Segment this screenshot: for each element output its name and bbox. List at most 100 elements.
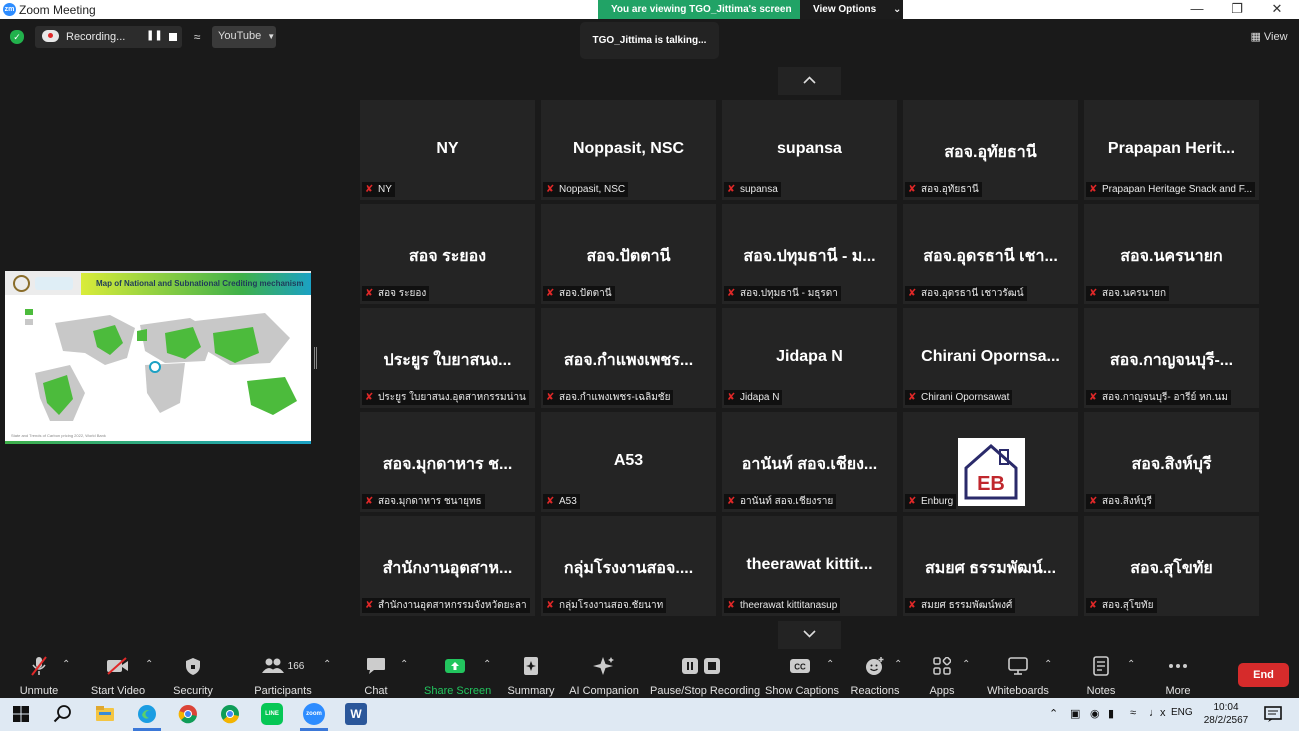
participant-tile[interactable]: อานันท์ สอจ.เชียง... ✘ อานันท์ สอจ.เชียงรา…: [722, 412, 897, 512]
chrome-browser-icon[interactable]: [177, 703, 199, 725]
participant-tile[interactable]: ประยูร ใบยาสนง... ✘ ประยูร ใบยาสนง.อุตสาหก…: [360, 308, 535, 408]
search-icon[interactable]: [52, 703, 74, 725]
participant-tile[interactable]: สอจ.กาญจนบุรี-... ✘ สอจ.กาญจนบุรี- อารีย์ …: [1084, 308, 1259, 408]
windows-start-icon[interactable]: [10, 703, 32, 725]
whiteboards-caret-icon[interactable]: ⌃: [1044, 659, 1052, 670]
live-stream-icon[interactable]: ≈: [186, 26, 208, 48]
share-caret-icon[interactable]: ⌃: [483, 659, 491, 670]
muted-mic-icon: ✘: [1089, 288, 1098, 299]
edge-browser-icon[interactable]: [136, 703, 158, 725]
participant-tile[interactable]: สอจ.สุโขทัย ✘ สอจ.สุโขทัย: [1084, 516, 1259, 616]
input-language[interactable]: ENG: [1171, 707, 1193, 718]
apps-button[interactable]: Apps: [922, 654, 962, 697]
tray-app-icon[interactable]: ▣: [1070, 707, 1080, 720]
speaker-muted-icon[interactable]: ♩x: [1149, 707, 1166, 719]
whiteboards-button[interactable]: Whiteboards: [986, 654, 1050, 697]
end-meeting-button[interactable]: End: [1238, 663, 1289, 687]
security-button[interactable]: Security: [170, 654, 216, 697]
stop-recording-icon[interactable]: [169, 33, 177, 41]
captions-caret-icon[interactable]: ⌃: [826, 659, 834, 670]
participant-tile[interactable]: Jidapa N ✘ Jidapa N: [722, 308, 897, 408]
participant-tile[interactable]: สอจ.กำแพงเพชร... ✘ สอจ.กำแพงเพชร-เฉลิมชัย: [541, 308, 716, 408]
more-button[interactable]: More: [1158, 654, 1198, 697]
participant-tile[interactable]: NY ✘ NY: [360, 100, 535, 200]
view-layout-button[interactable]: ▦ View: [1246, 26, 1292, 48]
participant-tile[interactable]: สอจ.อุทัยธานี ✘ สอจ.อุทัยธานี: [903, 100, 1078, 200]
participant-tile[interactable]: กลุ่มโรงงานสอจ.... ✘ กลุ่มโรงงานสอจ.ชัยนาท: [541, 516, 716, 616]
reaction-emoji-icon: [866, 657, 884, 675]
participant-tile[interactable]: สอจ.อุดรธานี เชา... ✘ สอจ.อุดรธานี เชาวรัฒ…: [903, 204, 1078, 304]
reactions-label: Reactions: [850, 685, 900, 697]
participant-tile[interactable]: สอจ.ปัตตานี ✘ สอจ.ปัตตานี: [541, 204, 716, 304]
audio-options-caret-icon[interactable]: ⌃: [62, 659, 70, 670]
summary-button[interactable]: Summary: [506, 654, 556, 697]
notifications-icon[interactable]: [1262, 703, 1284, 725]
participant-tile[interactable]: สอจ.มุกดาหาร ช... ✘ สอจ.มุกดาหาร ชนายุทธ: [360, 412, 535, 512]
muted-mic-icon: [31, 656, 47, 676]
muted-mic-icon: ✘: [1089, 600, 1098, 611]
participant-display-name: Chirani Opornsa...: [921, 348, 1060, 365]
chat-label: Chat: [364, 685, 388, 697]
participant-tile[interactable]: Noppasit, NSC ✘ Noppasit, NSC: [541, 100, 716, 200]
gallery-previous-page-button[interactable]: [778, 67, 841, 95]
notes-button[interactable]: Notes: [1082, 654, 1120, 697]
view-options-button[interactable]: View Options ⌄: [800, 0, 903, 19]
notes-label: Notes: [1086, 685, 1116, 697]
show-captions-button[interactable]: CC Show Captions: [765, 654, 839, 697]
unmute-button[interactable]: Unmute: [14, 654, 64, 697]
participant-name-label: ✘ สอจ.ปทุมธานี - มธุรดา: [724, 286, 841, 301]
participant-tile[interactable]: A53 ✘ A53: [541, 412, 716, 512]
ai-companion-button[interactable]: AI Companion: [569, 654, 639, 697]
participant-tile[interactable]: สอจ.ปทุมธานี - ม... ✘ สอจ.ปทุมธานี - มธุรด…: [722, 204, 897, 304]
participant-name-label: ✘ อานันท์ สอจ.เชียงราย: [724, 494, 837, 509]
notes-caret-icon[interactable]: ⌃: [1127, 659, 1135, 670]
chat-caret-icon[interactable]: ⌃: [400, 659, 408, 670]
participant-tile[interactable]: สอจ ระยอง ✘ สอจ ระยอง: [360, 204, 535, 304]
restore-icon[interactable]: ❐: [1222, 1, 1252, 17]
window-title: Zoom Meeting: [19, 3, 96, 17]
participant-tile[interactable]: theerawat kittit... ✘ theerawat kittitanas…: [722, 516, 897, 616]
wifi-icon[interactable]: ≈: [1130, 707, 1136, 719]
participant-tile[interactable]: EB ✘ Enburg: [903, 412, 1078, 512]
grid-layout-icon: ▦: [1250, 31, 1261, 43]
participant-tile[interactable]: สอจ.สิงห์บุรี ✘ สอจ.สิงห์บุรี: [1084, 412, 1259, 512]
participants-caret-icon[interactable]: ⌃: [323, 659, 331, 670]
encryption-shield-icon[interactable]: ✓: [10, 30, 24, 44]
share-screen-button[interactable]: Share Screen: [424, 654, 491, 697]
participant-tile[interactable]: Prapapan Herit... ✘ Prapapan Heritage Snac…: [1084, 100, 1259, 200]
file-explorer-icon[interactable]: [94, 703, 116, 725]
participant-tile[interactable]: Chirani Opornsa... ✘ Chirani Opornsawat: [903, 308, 1078, 408]
gallery-next-page-button[interactable]: [778, 621, 841, 649]
close-icon[interactable]: ✕: [1262, 1, 1292, 17]
start-video-button[interactable]: Start Video: [88, 654, 148, 697]
microphone-tray-icon[interactable]: ◉: [1090, 707, 1100, 720]
apps-caret-icon[interactable]: ⌃: [962, 659, 970, 670]
livestream-dropdown[interactable]: YouTube ▼: [212, 26, 276, 48]
screen-share-banner: You are viewing TGO_Jittima's screen Vie…: [598, 0, 903, 19]
participant-name-label: ✘ theerawat kittitanasup: [724, 598, 841, 613]
system-clock[interactable]: 10:04 28/2/2567: [1200, 701, 1252, 727]
chat-button[interactable]: Chat: [356, 654, 396, 697]
battery-icon[interactable]: ▮: [1108, 707, 1114, 720]
participant-name-label: ✘ สำนักงานอุตสาหกรรมจังหวัดยะลา: [362, 598, 530, 613]
participant-tile[interactable]: สำนักงานอุตสาห... ✘ สำนักงานอุตสาหกรรมจังห…: [360, 516, 535, 616]
tray-overflow-icon[interactable]: ⌃: [1049, 707, 1058, 720]
minimize-icon[interactable]: —: [1182, 1, 1212, 17]
pause-recording-icon[interactable]: ❚❚: [146, 30, 163, 41]
participant-display-name: Jidapa N: [776, 348, 843, 365]
zoom-app-icon[interactable]: zoom: [303, 703, 325, 725]
panel-resize-handle[interactable]: [314, 347, 317, 369]
show-captions-label: Show Captions: [765, 685, 839, 697]
reactions-button[interactable]: Reactions: [850, 654, 900, 697]
video-options-caret-icon[interactable]: ⌃: [145, 659, 153, 670]
participant-tile[interactable]: supansa ✘ supansa: [722, 100, 897, 200]
shared-screen[interactable]: Map of National and Subnational Creditin…: [5, 271, 311, 444]
participant-tile[interactable]: สอจ.นครนายก ✘ สอจ.นครนายก: [1084, 204, 1259, 304]
participants-button[interactable]: 166 Participants: [254, 654, 312, 697]
reactions-caret-icon[interactable]: ⌃: [894, 659, 902, 670]
chrome-profile-icon[interactable]: [219, 703, 241, 725]
pause-stop-recording-button[interactable]: Pause/Stop Recording: [650, 654, 760, 697]
word-app-icon[interactable]: W: [345, 703, 367, 725]
participant-tile[interactable]: สมยศ ธรรมพัฒน์... ✘ สมยศ ธรรมพัฒน์พงศ์: [903, 516, 1078, 616]
line-app-icon[interactable]: LINE: [261, 703, 283, 725]
